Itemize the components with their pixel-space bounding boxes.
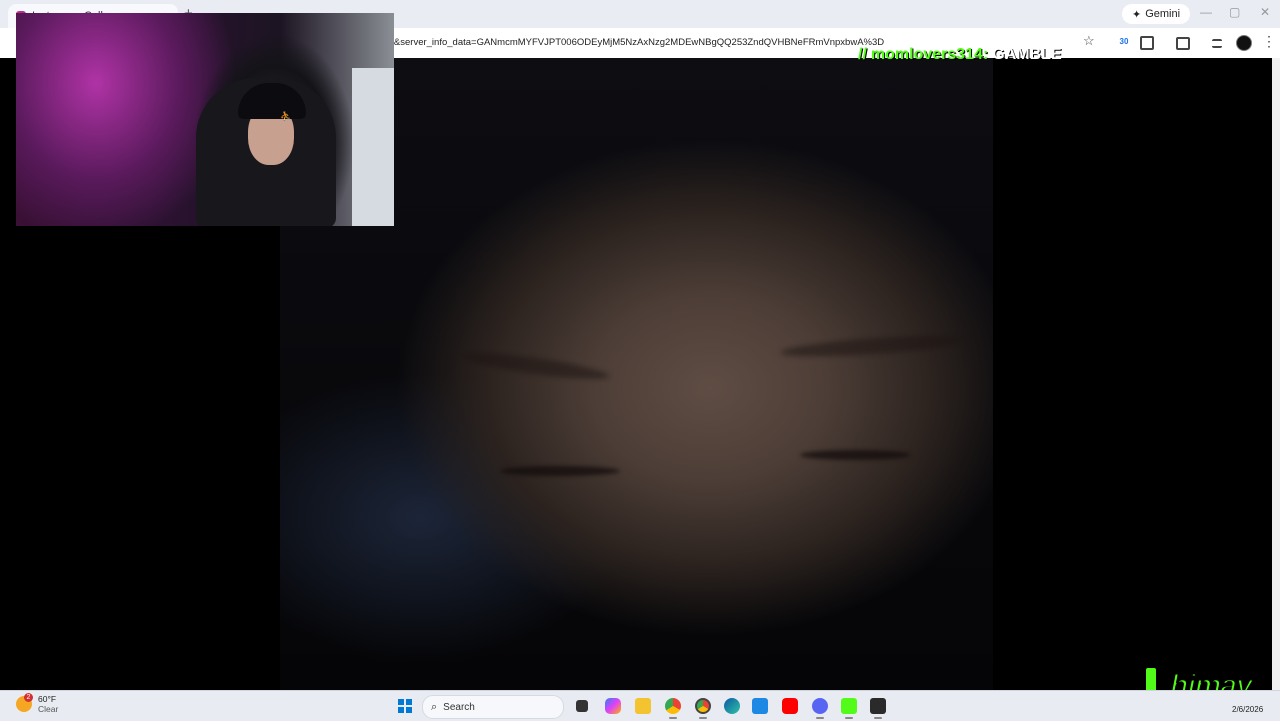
gemini-button[interactable]: ✦ Gemini (1122, 4, 1191, 24)
sun-icon: 2 (16, 693, 33, 712)
kick-app-icon[interactable] (841, 698, 857, 714)
stream-chat-banner: // momlovers314: GAMBLE (858, 46, 1062, 64)
caller-eyebrow (779, 331, 971, 361)
chrome-profile-icon[interactable] (695, 698, 711, 714)
page-scrollbar[interactable] (1272, 58, 1280, 690)
youtube-icon[interactable] (782, 698, 798, 714)
notification-badge: 2 (24, 693, 33, 702)
background-window (352, 68, 394, 226)
profile-avatar[interactable] (1236, 35, 1252, 51)
file-explorer-icon[interactable] (635, 698, 651, 714)
browser-menu-icon[interactable]: ⋮ (1262, 33, 1276, 50)
gemini-icon: ✦ (1132, 8, 1142, 21)
close-window-button[interactable]: ✕ (1260, 5, 1270, 19)
store-icon[interactable] (752, 698, 768, 714)
video-side-area (993, 58, 1273, 690)
windows-logo-icon (398, 699, 404, 705)
windows-logo-icon (406, 699, 412, 705)
minimize-button[interactable]: — (1200, 5, 1212, 19)
kick-icon: // (858, 46, 867, 63)
windows-logo-icon (406, 707, 412, 713)
weather-text: 60°F Clear (38, 694, 58, 714)
active-indicator (874, 717, 882, 719)
active-indicator (669, 717, 677, 719)
start-button[interactable] (398, 699, 412, 713)
caller-eye (500, 466, 620, 476)
windows-taskbar: 2 60°F Clear ⌕ Search 2/6/2026 (0, 690, 1280, 721)
weather-widget[interactable]: 2 60°F Clear (16, 693, 58, 714)
gemini-label: Gemini (1145, 8, 1181, 20)
active-indicator (845, 717, 853, 719)
jumpman-logo-icon: ⛹ (280, 111, 292, 121)
caller-eyebrow (459, 347, 611, 385)
edge-icon[interactable] (724, 698, 740, 714)
windows-logo-icon (398, 707, 404, 713)
media-controls-icon[interactable] (1212, 39, 1222, 48)
extension-icon[interactable]: 30 (1117, 35, 1131, 49)
epic-games-icon[interactable] (870, 698, 886, 714)
search-placeholder: Search (443, 701, 475, 713)
maximize-button[interactable]: ▢ (1229, 5, 1240, 19)
extensions-puzzle-icon[interactable] (1140, 36, 1154, 50)
search-icon: ⌕ (431, 700, 438, 713)
active-indicator (699, 717, 707, 719)
taskbar-search-input[interactable]: ⌕ Search (422, 695, 564, 719)
weather-temp: 60°F (38, 694, 57, 704)
banner-username: momlovers314: (870, 46, 989, 63)
task-view-icon[interactable] (576, 700, 588, 712)
active-indicator (816, 717, 824, 719)
copilot-icon[interactable] (605, 698, 621, 714)
weather-condition: Clear (38, 704, 59, 714)
side-panel-icon[interactable] (1176, 37, 1190, 50)
chrome-icon[interactable] (665, 698, 681, 714)
discord-icon[interactable] (812, 698, 828, 714)
caller-eye (800, 450, 910, 460)
streamer-webcam-overlay: ⛹ (16, 13, 394, 226)
bookmark-star-icon[interactable]: ☆ (1083, 33, 1095, 49)
taskbar-date[interactable]: 2/6/2026 (1232, 705, 1263, 714)
banner-command: GAMBLE (992, 46, 1062, 63)
